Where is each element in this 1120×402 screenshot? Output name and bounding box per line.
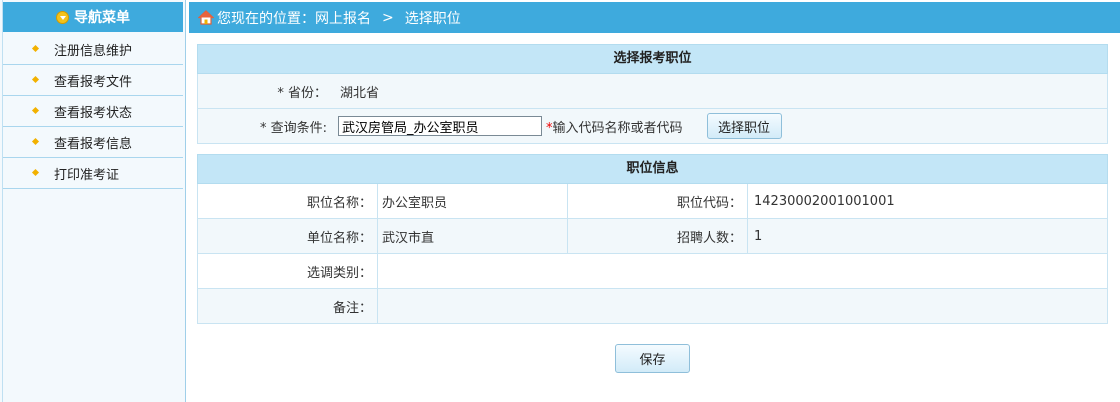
save-row: 保存	[197, 344, 1108, 373]
breadcrumb-link-signup[interactable]: 网上报名	[315, 8, 371, 28]
main-content: 选择报考职位 * 省份： 湖北省 * 查询条件: 武汉房管局_办公室职员 *输入…	[197, 44, 1108, 373]
select-position-button[interactable]: 选择职位	[706, 113, 782, 139]
section-title-select: 选择报考职位	[197, 44, 1108, 74]
position-name-value: 办公室职员	[378, 184, 568, 218]
nav-item-label: 查看报考文件	[54, 74, 133, 90]
bullet-icon	[31, 106, 40, 115]
nav-item-registration[interactable]: 注册信息维护	[3, 34, 183, 65]
recruit-count-value: 1	[754, 228, 763, 244]
bullet-icon	[31, 44, 40, 53]
bullet-icon	[31, 137, 40, 146]
unit-name-label: 单位名称：	[198, 219, 378, 253]
breadcrumb: 您现在的位置： 网上报名 > 选择职位	[189, 2, 1120, 33]
province-row: * 省份： 湖北省	[197, 74, 1108, 109]
nav-item-label: 查看报考状态	[54, 105, 133, 121]
nav-item-label: 注册信息维护	[54, 43, 133, 59]
nav-item-exam-status[interactable]: 查看报考状态	[3, 96, 183, 127]
query-hint: *输入代码名称或者代码	[546, 117, 683, 136]
chevron-down-icon	[56, 10, 69, 24]
remarks-label: 备注：	[198, 289, 378, 323]
nav-item-label: 打印准考证	[54, 167, 120, 183]
province-value: 湖北省	[340, 85, 380, 101]
nav-item-exam-files[interactable]: 查看报考文件	[3, 65, 183, 96]
nav-item-label: 查看报考信息	[54, 136, 133, 152]
info-row-remarks: 备注：	[197, 289, 1108, 324]
section-title-info: 职位信息	[197, 154, 1108, 184]
unit-name-value: 武汉市直	[378, 219, 568, 253]
nav-header: 导航菜单	[3, 2, 183, 32]
query-row: * 查询条件: 武汉房管局_办公室职员 *输入代码名称或者代码 选择职位	[197, 109, 1108, 144]
position-code-label: 职位代码：	[568, 184, 748, 218]
nav-title: 导航菜单	[74, 10, 130, 26]
breadcrumb-separator: >	[382, 9, 394, 26]
query-input[interactable]: 武汉房管局_办公室职员	[338, 116, 542, 136]
province-label: * 省份：	[277, 85, 327, 101]
transfer-type-value	[378, 254, 1107, 288]
save-button[interactable]: 保存	[615, 344, 690, 373]
breadcrumb-prefix: 您现在的位置：	[217, 10, 315, 27]
sidebar: 导航菜单 注册信息维护 查看报考文件 查看报考状态 查看报考信息 打印准考证	[0, 0, 186, 402]
query-label: * 查询条件:	[259, 120, 327, 136]
nav-list: 注册信息维护 查看报考文件 查看报考状态 查看报考信息 打印准考证	[3, 34, 183, 189]
nav-item-print-ticket[interactable]: 打印准考证	[3, 158, 183, 189]
position-code-value: 14230002001001001	[754, 193, 895, 209]
breadcrumb-current: 选择职位	[404, 10, 461, 27]
hint-text: 输入代码名称或者代码	[552, 120, 683, 136]
bullet-icon	[31, 75, 40, 84]
bullet-icon	[31, 168, 40, 177]
remarks-value	[378, 289, 1107, 323]
info-row-transfer: 选调类别：	[197, 254, 1108, 289]
nav-item-exam-info[interactable]: 查看报考信息	[3, 127, 183, 158]
info-row-unit: 单位名称： 武汉市直 招聘人数： 1	[197, 219, 1108, 254]
position-name-label: 职位名称：	[198, 184, 378, 218]
home-icon	[198, 10, 214, 25]
info-row-position: 职位名称： 办公室职员 职位代码： 14230002001001001	[197, 184, 1108, 219]
transfer-type-label: 选调类别：	[198, 254, 378, 288]
recruit-count-label: 招聘人数：	[568, 219, 748, 253]
